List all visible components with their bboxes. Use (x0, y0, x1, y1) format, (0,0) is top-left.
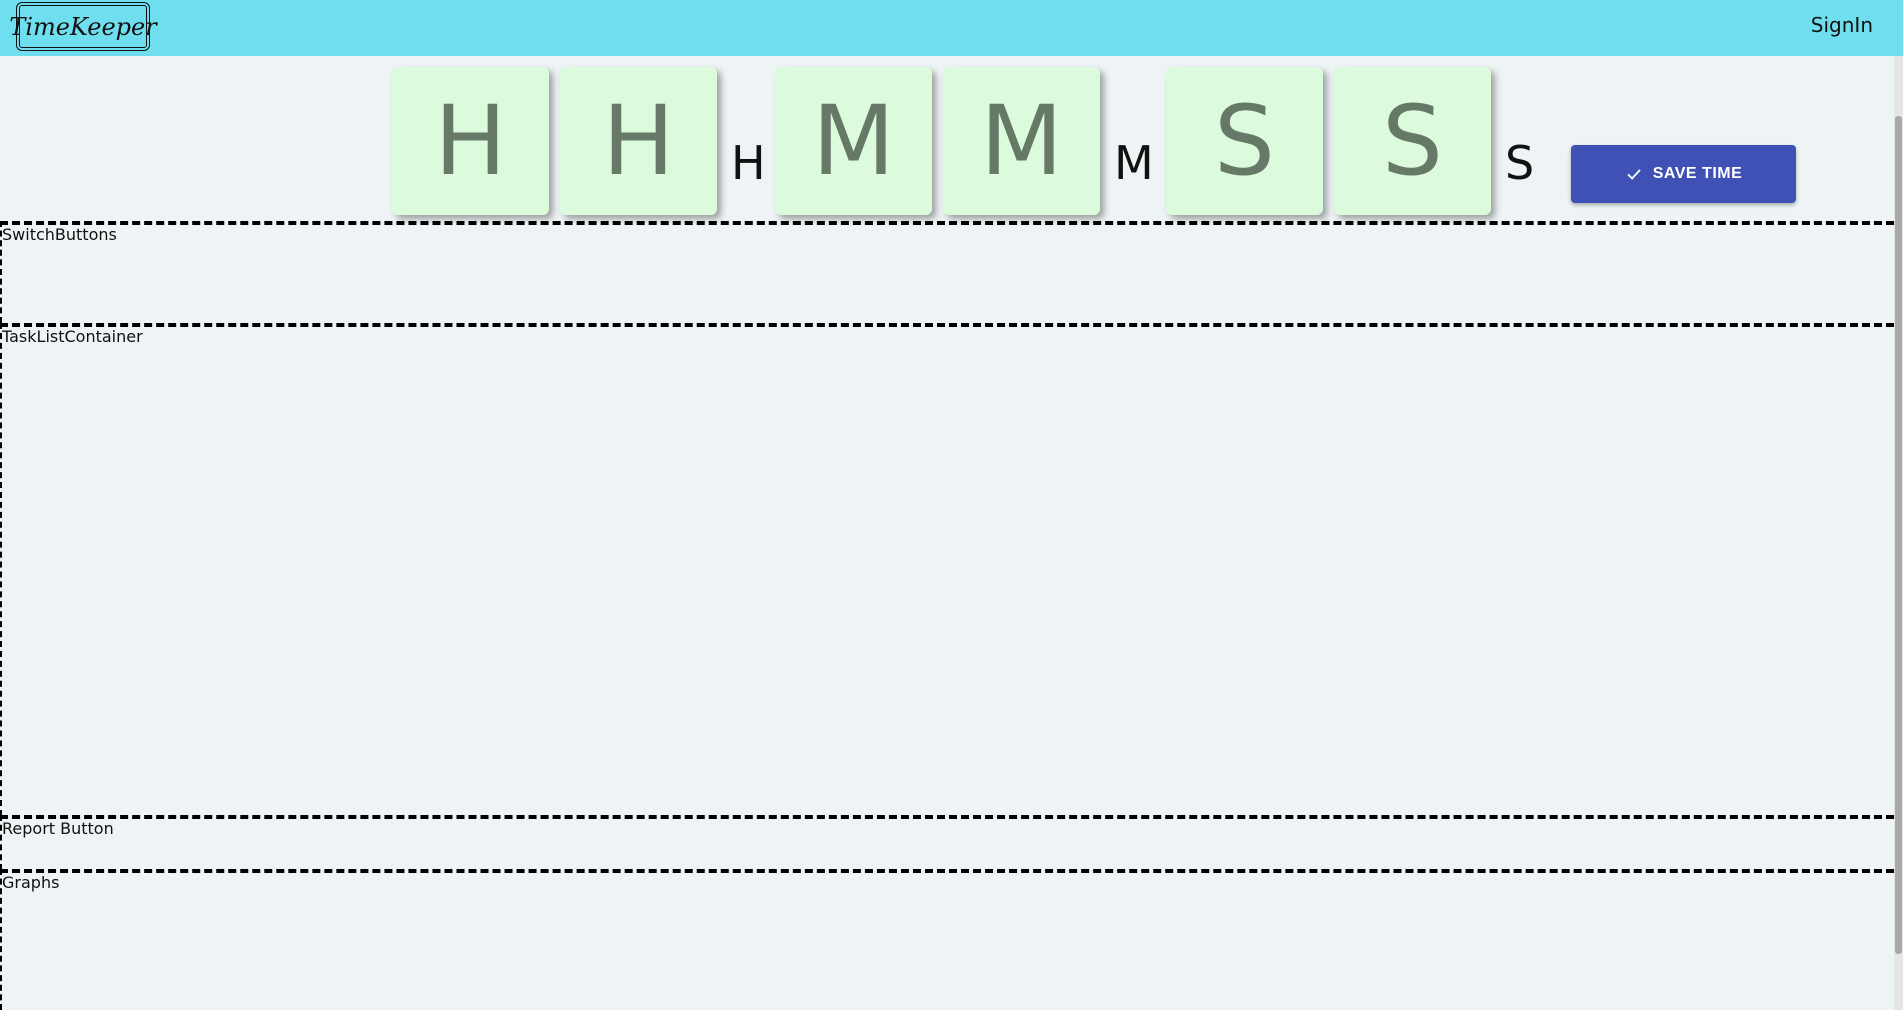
second-ones-digit[interactable]: S (1334, 67, 1491, 215)
signin-link[interactable]: SignIn (1811, 13, 1873, 37)
save-time-button[interactable]: SAVE TIME (1571, 145, 1796, 203)
report-button-section: Report Button (0, 815, 1894, 870)
graphs-section: Graphs (0, 869, 1894, 1010)
check-icon (1627, 169, 1641, 180)
switch-buttons-section: SwitchButtons (0, 221, 1894, 323)
task-list-container: TaskListContainer (0, 323, 1894, 816)
graphs-label: Graphs (2, 873, 60, 892)
vertical-scrollbar[interactable] (1894, 56, 1903, 1010)
minute-tens-digit[interactable]: M (775, 67, 932, 215)
minute-ones-digit[interactable]: M (943, 67, 1100, 215)
report-button-label: Report Button (2, 819, 114, 838)
hour-ones-digit[interactable]: H (560, 67, 717, 215)
app-logo[interactable]: TimeKeeper (9, 2, 157, 51)
top-navbar: TimeKeeper SignIn (0, 0, 1903, 56)
minute-unit-label: M (1114, 136, 1154, 190)
scrollbar-thumb[interactable] (1895, 116, 1902, 954)
task-list-label: TaskListContainer (2, 327, 143, 346)
second-tens-digit[interactable]: S (1166, 67, 1323, 215)
hour-unit-label: H (731, 136, 766, 190)
switch-buttons-label: SwitchButtons (2, 225, 117, 244)
second-unit-label: S (1505, 136, 1535, 190)
save-time-label: SAVE TIME (1652, 165, 1743, 182)
hour-tens-digit[interactable]: H (392, 67, 549, 215)
